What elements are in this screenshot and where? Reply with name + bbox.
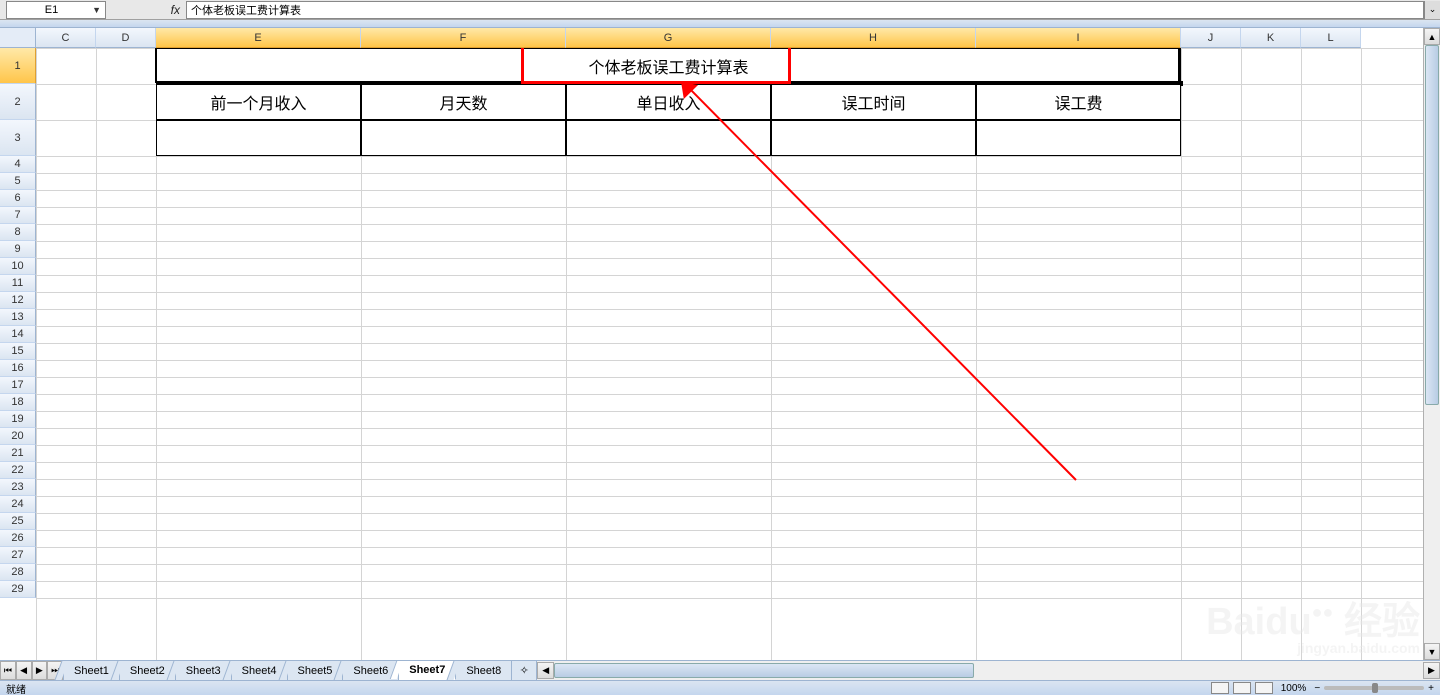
row-header-17[interactable]: 17: [0, 377, 36, 394]
scroll-h-thumb[interactable]: [554, 663, 974, 678]
row-header-20[interactable]: 20: [0, 428, 36, 445]
zoom-in-icon[interactable]: +: [1428, 683, 1434, 694]
nav-prev-icon[interactable]: ◀: [16, 661, 32, 680]
column-header-C[interactable]: C: [36, 28, 96, 48]
table-header-cell[interactable]: 误工费: [976, 84, 1181, 120]
row-header-6[interactable]: 6: [0, 190, 36, 207]
row-headers: 1234567891011121314151617181920212223242…: [0, 48, 36, 660]
column-header-E[interactable]: E: [156, 28, 361, 48]
row-header-7[interactable]: 7: [0, 207, 36, 224]
spacer: [0, 20, 1440, 28]
table-data-cell[interactable]: [976, 120, 1181, 156]
view-pagebreak-icon[interactable]: [1255, 682, 1273, 694]
name-box-value: E1: [11, 4, 92, 16]
table-header-cell[interactable]: 前一个月收入: [156, 84, 361, 120]
scroll-h-track[interactable]: [554, 662, 1423, 679]
scroll-right-icon[interactable]: ▶: [1423, 662, 1440, 679]
view-pagelayout-icon[interactable]: [1233, 682, 1251, 694]
formula-bar: E1 ▼ fx 个体老板误工费计算表 ⌄: [0, 0, 1440, 20]
column-header-H[interactable]: H: [771, 28, 976, 48]
vertical-scrollbar[interactable]: ▲ ▼: [1423, 28, 1440, 660]
sheet-tab-bar: ⏮ ◀ ▶ ⏭ Sheet1Sheet2Sheet3Sheet4Sheet5Sh…: [0, 660, 1440, 680]
zoom-slider[interactable]: [1324, 686, 1424, 690]
nav-first-icon[interactable]: ⏮: [0, 661, 16, 680]
row-header-23[interactable]: 23: [0, 479, 36, 496]
sheet-tabs: Sheet1Sheet2Sheet3Sheet4Sheet5Sheet6Shee…: [64, 661, 512, 680]
zoom-knob[interactable]: [1372, 683, 1378, 693]
row-header-27[interactable]: 27: [0, 547, 36, 564]
table-data-cell[interactable]: [566, 120, 771, 156]
scroll-left-icon[interactable]: ◀: [537, 662, 554, 679]
status-right: 100% − +: [1211, 682, 1434, 694]
row-header-18[interactable]: 18: [0, 394, 36, 411]
name-box[interactable]: E1 ▼: [6, 1, 106, 19]
column-header-L[interactable]: L: [1301, 28, 1361, 48]
select-all-corner[interactable]: [0, 28, 36, 48]
table-title[interactable]: 个体老板误工费计算表: [156, 48, 1181, 84]
column-header-K[interactable]: K: [1241, 28, 1301, 48]
column-header-I[interactable]: I: [976, 28, 1181, 48]
expand-formula-bar-icon[interactable]: ⌄: [1424, 1, 1440, 19]
row-header-2[interactable]: 2: [0, 84, 36, 120]
column-headers: CDEFGHIJKL: [36, 28, 1423, 48]
row-header-21[interactable]: 21: [0, 445, 36, 462]
table-header-cell[interactable]: 单日收入: [566, 84, 771, 120]
row-header-3[interactable]: 3: [0, 120, 36, 156]
row-header-13[interactable]: 13: [0, 309, 36, 326]
column-header-F[interactable]: F: [361, 28, 566, 48]
row-header-8[interactable]: 8: [0, 224, 36, 241]
sheet-tab-sheet8[interactable]: Sheet8: [456, 661, 512, 680]
dropdown-icon[interactable]: ▼: [92, 5, 101, 15]
row-header-24[interactable]: 24: [0, 496, 36, 513]
row-header-5[interactable]: 5: [0, 173, 36, 190]
row-header-11[interactable]: 11: [0, 275, 36, 292]
row-header-10[interactable]: 10: [0, 258, 36, 275]
row-header-29[interactable]: 29: [0, 581, 36, 598]
table-header-cell[interactable]: 月天数: [361, 84, 566, 120]
scroll-down-icon[interactable]: ▼: [1424, 643, 1440, 660]
scroll-v-thumb[interactable]: [1425, 45, 1439, 405]
row-header-4[interactable]: 4: [0, 156, 36, 173]
status-ready: 就绪: [6, 681, 26, 696]
row-header-9[interactable]: 9: [0, 241, 36, 258]
zoom-percent[interactable]: 100%: [1277, 683, 1311, 694]
fx-icon[interactable]: fx: [171, 3, 180, 17]
row-header-19[interactable]: 19: [0, 411, 36, 428]
row-header-22[interactable]: 22: [0, 462, 36, 479]
table-data-cell[interactable]: [156, 120, 361, 156]
row-header-15[interactable]: 15: [0, 343, 36, 360]
row-header-12[interactable]: 12: [0, 292, 36, 309]
scroll-v-track[interactable]: [1424, 45, 1440, 643]
column-header-D[interactable]: D: [96, 28, 156, 48]
status-bar: 就绪 100% − +: [0, 680, 1440, 695]
formula-value: 个体老板误工费计算表: [191, 2, 301, 18]
row-header-28[interactable]: 28: [0, 564, 36, 581]
formula-icons: fx: [106, 3, 186, 17]
table-header-cell[interactable]: 误工时间: [771, 84, 976, 120]
row-header-16[interactable]: 16: [0, 360, 36, 377]
zoom-out-icon[interactable]: −: [1314, 683, 1320, 694]
row-header-14[interactable]: 14: [0, 326, 36, 343]
cells-area[interactable]: 个体老板误工费计算表前一个月收入月天数单日收入误工时间误工费: [36, 48, 1423, 660]
spreadsheet-grid: CDEFGHIJKL 12345678910111213141516171819…: [0, 28, 1440, 660]
table-data-cell[interactable]: [361, 120, 566, 156]
view-normal-icon[interactable]: [1211, 682, 1229, 694]
column-header-G[interactable]: G: [566, 28, 771, 48]
horizontal-scrollbar[interactable]: ◀ ▶: [536, 661, 1440, 680]
scroll-up-icon[interactable]: ▲: [1424, 28, 1440, 45]
row-header-1[interactable]: 1: [0, 48, 36, 84]
column-header-J[interactable]: J: [1181, 28, 1241, 48]
table-data-cell[interactable]: [771, 120, 976, 156]
row-header-25[interactable]: 25: [0, 513, 36, 530]
formula-input[interactable]: 个体老板误工费计算表: [186, 1, 1424, 19]
new-sheet-icon[interactable]: ✧: [512, 661, 536, 680]
row-header-26[interactable]: 26: [0, 530, 36, 547]
nav-next-icon[interactable]: ▶: [32, 661, 48, 680]
